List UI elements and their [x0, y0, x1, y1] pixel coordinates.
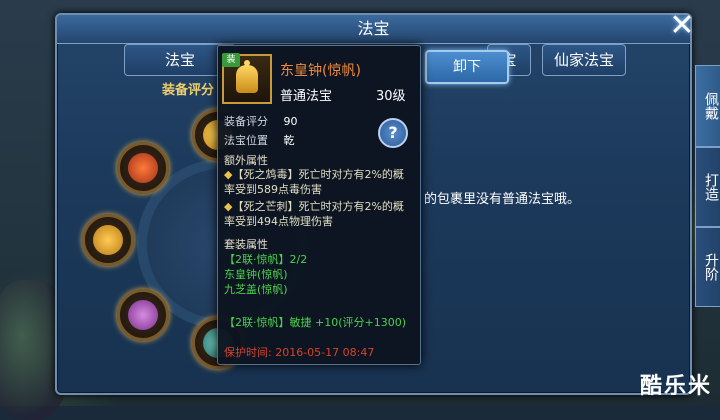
- fabao-slot-gourd[interactable]: [117, 289, 169, 341]
- extra-attr-1: ◆【死之鸩毒】死亡时对方有2%的概率受到589点毒伤害: [224, 167, 414, 197]
- extra-attr-2: ◆【死之芒刺】死亡时对方有2%的概率受到494点物理伤害: [224, 199, 414, 229]
- side-tab-forge-label: 打造: [703, 173, 719, 201]
- position-value: 乾: [283, 134, 295, 147]
- gourd-fabao-icon: [128, 300, 158, 330]
- extra-attr-2-text: 【死之芒刺】死亡时对方有2%的概率受到494点物理伤害: [224, 200, 404, 228]
- equipped-badge: 装: [222, 53, 240, 67]
- extra-attr-title: 额外属性: [224, 154, 268, 167]
- set-item-2: 九芝盖(惊帆): [224, 283, 288, 296]
- watermark-logo: 酷乐米: [639, 374, 712, 399]
- protect-time: 保护时间: 2016-05-17 08:47: [224, 346, 375, 359]
- set-bonus: 【2联·惊帆】敏捷 +10(评分+1300): [224, 316, 406, 329]
- cup-fabao-icon: [128, 153, 158, 183]
- position-row: 法宝位置 乾: [224, 132, 295, 148]
- item-level: 30级: [376, 89, 406, 104]
- fabao-slot-cup[interactable]: [117, 142, 169, 194]
- set-name: 【2联·惊帆】2/2: [224, 253, 308, 266]
- tab-xianjia-fabao[interactable]: 仙家法宝: [542, 44, 626, 76]
- side-tab-forge[interactable]: 打造: [695, 147, 720, 227]
- item-type: 普通法宝: [280, 89, 333, 104]
- item-name: 东皇钟(惊帆): [280, 63, 361, 79]
- lamp-fabao-icon: [93, 225, 123, 255]
- fabao-slot-lamp[interactable]: [82, 214, 134, 266]
- set-attr-title: 套装属性: [224, 238, 268, 251]
- close-icon[interactable]: ✕: [666, 11, 698, 43]
- window-title: 法宝: [57, 15, 690, 44]
- score-label: 装备评分: [224, 115, 268, 128]
- item-icon-frame: 装: [222, 53, 272, 104]
- item-tooltip: 装 东皇钟(惊帆) 普通法宝 30级 装备评分 90 法宝位置 乾 ? 额外属性…: [217, 45, 421, 365]
- score-row: 装备评分 90: [224, 113, 298, 129]
- unequip-button[interactable]: 卸下: [425, 50, 509, 84]
- side-tab-wear[interactable]: 佩戴: [695, 65, 720, 147]
- score-value: 90: [283, 115, 298, 128]
- equip-score-label: 装备评分: [162, 83, 215, 98]
- help-button[interactable]: ?: [378, 118, 408, 148]
- side-tab-upgrade[interactable]: 升阶: [695, 227, 720, 307]
- empty-bag-message: 的包裹里没有普通法宝哦。: [424, 192, 581, 207]
- set-item-1: 东皇钟(惊帆): [224, 268, 288, 281]
- side-tab-upgrade-label: 升阶: [703, 253, 719, 281]
- side-tab-wear-label: 佩戴: [703, 92, 719, 120]
- position-label: 法宝位置: [224, 134, 268, 147]
- extra-attr-1-text: 【死之鸩毒】死亡时对方有2%的概率受到589点毒伤害: [224, 168, 404, 196]
- bell-icon: [236, 60, 258, 93]
